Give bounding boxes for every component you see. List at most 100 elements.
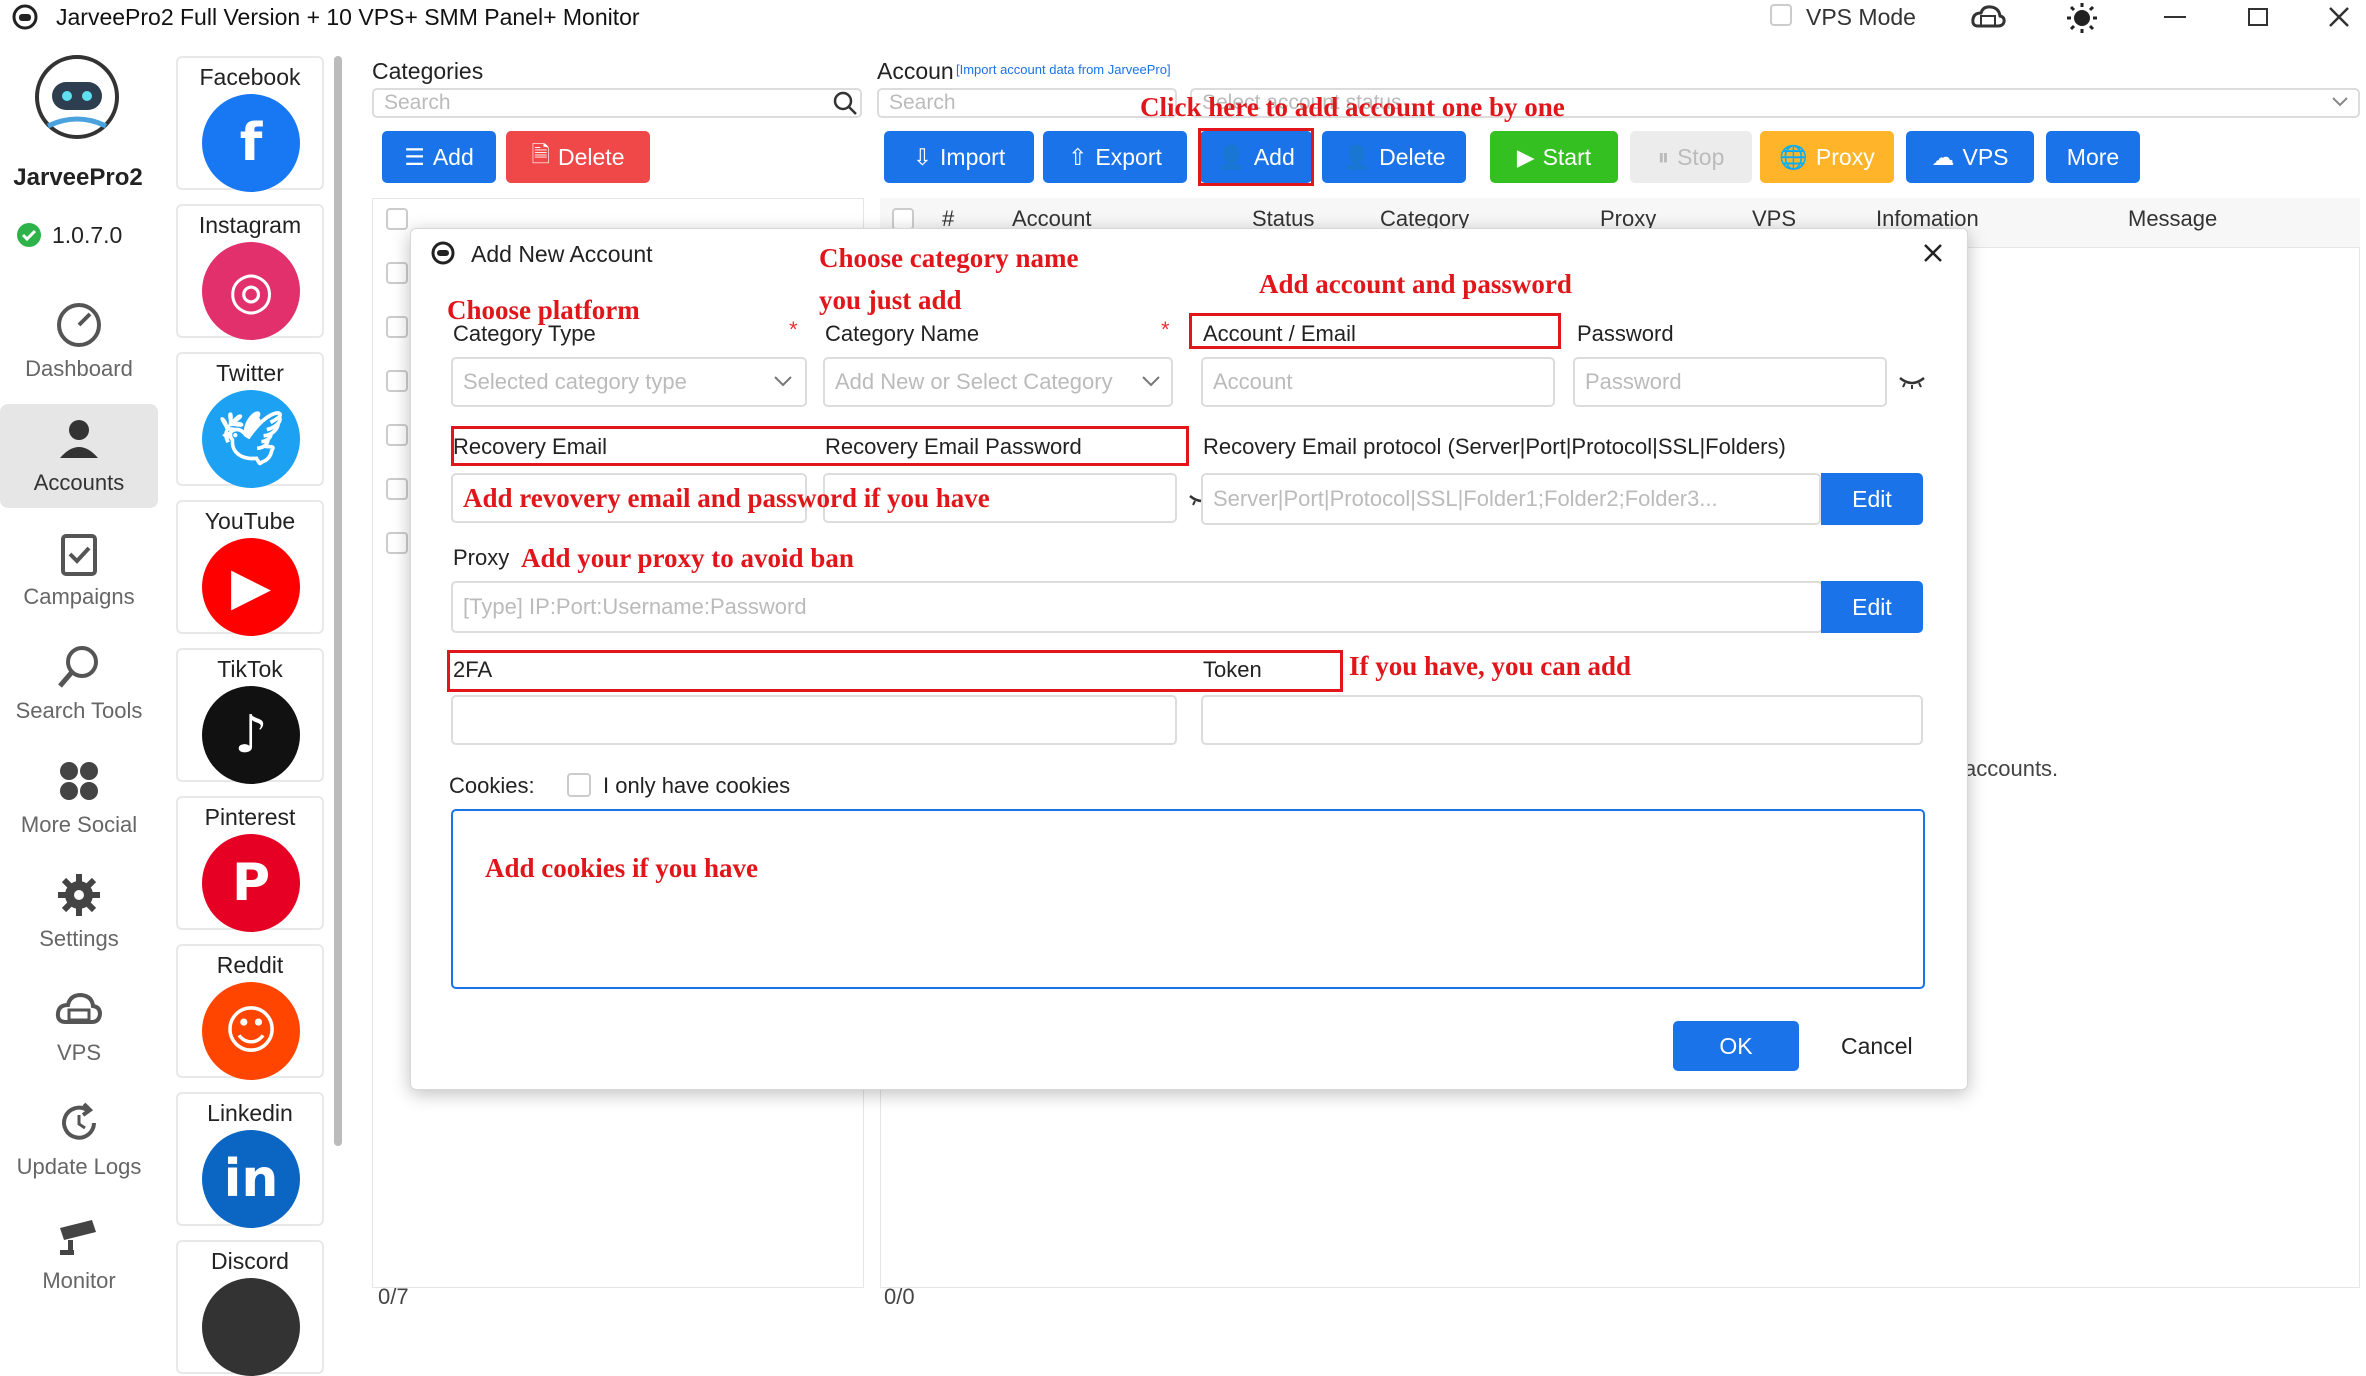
vps-cloud-icon[interactable] <box>1970 2 2006 34</box>
cookies-label: Cookies: <box>449 773 535 798</box>
social-scrollbar[interactable] <box>334 56 342 1146</box>
password-input[interactable]: Password <box>1573 357 1887 407</box>
accounts-title: Accoun <box>877 58 954 84</box>
category-row-checkbox[interactable] <box>386 478 408 500</box>
twofa-token-highlight <box>447 650 1343 692</box>
social-card-facebook[interactable]: Facebook f <box>176 56 324 192</box>
update-logs-icon <box>62 1102 96 1140</box>
category-add-button[interactable]: ☰ Add <box>382 131 496 183</box>
social-card-twitter[interactable]: Twitter 🕊 <box>176 352 324 488</box>
minimize-button[interactable] <box>2164 16 2186 18</box>
column-header-message[interactable]: Message <box>2128 206 2217 232</box>
only-cookies-checkbox[interactable] <box>567 773 591 797</box>
eye-closed-icon[interactable] <box>1897 373 1927 391</box>
brand-logo <box>35 55 119 139</box>
category-row-checkbox[interactable] <box>386 262 408 284</box>
gear-icon <box>58 874 100 916</box>
social-card-label: Pinterest <box>204 804 296 830</box>
social-card-linkedin[interactable]: Linkedin in <box>176 1092 324 1228</box>
category-row-checkbox[interactable] <box>386 424 408 446</box>
token-input[interactable] <box>1201 695 1923 745</box>
twofa-input[interactable] <box>451 695 1177 745</box>
social-card-tiktok[interactable]: TikTok ♪ <box>176 648 324 784</box>
nav-item-accounts[interactable]: Accounts <box>0 404 158 508</box>
vps-mode-checkbox[interactable] <box>1770 4 1792 26</box>
pinterest-icon: P <box>202 834 300 932</box>
export-button[interactable]: ⇧ Export <box>1043 131 1187 183</box>
nav-item-settings[interactable]: Settings <box>0 860 158 964</box>
nav-item-label: Update Logs <box>16 1154 142 1179</box>
annotation-click-add: Click here to add account one by one <box>1140 92 1565 122</box>
social-card-label: Facebook <box>199 64 301 90</box>
social-card-instagram[interactable]: Instagram ◎ <box>176 204 324 340</box>
brand-name: JarveePro2 <box>13 164 143 191</box>
proxy-input[interactable]: [Type] IP:Port:Username:Password <box>451 581 1823 633</box>
more-social-icon <box>60 762 98 800</box>
nav-item-label: VPS <box>56 1040 102 1065</box>
maximize-button[interactable] <box>2248 8 2268 26</box>
nav-item-campaigns[interactable]: Campaigns <box>0 518 158 622</box>
delete-account-button[interactable]: 👤 Delete <box>1322 131 1466 183</box>
nav-item-update-logs[interactable]: Update Logs <box>0 1088 158 1192</box>
category-row-checkbox[interactable] <box>386 370 408 392</box>
category-delete-button[interactable]: 🗎 Delete <box>506 131 650 183</box>
nav-item-dashboard[interactable]: Dashboard <box>0 290 158 394</box>
chevron-down-icon <box>774 376 792 387</box>
close-window-button[interactable] <box>2328 6 2350 28</box>
categories-search-input[interactable]: Search <box>372 88 862 118</box>
nav-item-label: Monitor <box>42 1268 116 1293</box>
more-button[interactable]: More <box>2046 131 2140 183</box>
tiktok-icon: ♪ <box>202 686 300 784</box>
ok-button[interactable]: OK <box>1673 1021 1799 1071</box>
annotation-choose-category-2: you just add <box>819 285 962 315</box>
dialog-close-button[interactable] <box>1923 243 1943 263</box>
import-button[interactable]: ⇩ Import <box>884 131 1034 183</box>
category-row-checkbox[interactable] <box>386 532 408 554</box>
nav-item-vps[interactable]: VPS <box>0 974 158 1078</box>
category-name-label: Category Name <box>825 321 980 346</box>
password-label: Password <box>1577 321 1674 346</box>
annotation-choose-category-1: Choose category name <box>819 243 1079 273</box>
play-icon: ▶ <box>1516 143 1535 170</box>
import-jarvee-link[interactable]: [Import account data from JarveePro] <box>956 62 1171 77</box>
proxy-button[interactable]: 🌐 Proxy <box>1760 131 1894 183</box>
stop-button[interactable]: ⏸ Stop <box>1630 131 1752 183</box>
cookies-textarea[interactable] <box>451 809 1925 989</box>
annotation-add-proxy: Add your proxy to avoid ban <box>521 543 854 573</box>
social-card-youtube[interactable]: YouTube ▶ <box>176 500 324 636</box>
social-card-reddit[interactable]: Reddit ☺ <box>176 944 324 1080</box>
account-input[interactable]: Account <box>1201 357 1555 407</box>
social-card-discord[interactable]: Discord <box>176 1240 324 1376</box>
nav-item-monitor[interactable]: Monitor <box>0 1202 158 1306</box>
version-label: 1.0.7.0 <box>52 222 123 248</box>
app-icon <box>12 4 38 30</box>
instagram-icon: ◎ <box>202 242 300 340</box>
social-card-label: Twitter <box>216 360 284 386</box>
nav-item-search-tools[interactable]: Search Tools <box>0 632 158 736</box>
nav-item-more-social[interactable]: More Social <box>0 746 158 850</box>
social-card-pinterest[interactable]: Pinterest P <box>176 796 324 932</box>
theme-sun-icon[interactable] <box>2066 2 2098 34</box>
category-name-select[interactable]: Add New or Select Category <box>823 357 1173 407</box>
category-row-checkbox[interactable] <box>386 316 408 338</box>
select-all-checkbox[interactable] <box>892 208 914 230</box>
accounts-search-input[interactable]: Search <box>877 88 1177 118</box>
search-icon[interactable] <box>832 90 858 116</box>
proxy-edit-button[interactable]: Edit <box>1821 581 1923 633</box>
start-button[interactable]: ▶ Start <box>1490 131 1618 183</box>
category-type-select[interactable]: Selected category type <box>451 357 807 407</box>
globe-icon: 🌐 <box>1779 143 1808 170</box>
social-card-label: Reddit <box>216 952 284 978</box>
social-card-label: YouTube <box>204 508 296 534</box>
accounts-empty-text: accounts. <box>1964 756 2059 781</box>
category-row-checkbox[interactable] <box>386 208 408 230</box>
recovery-protocol-input[interactable]: Server|Port|Protocol|SSL|Folder1;Folder2… <box>1201 473 1821 525</box>
reddit-icon: ☺ <box>202 982 300 1080</box>
cloud-icon: ☁ <box>1931 143 1955 170</box>
recovery-protocol-edit-button[interactable]: Edit <box>1821 473 1923 525</box>
vps-button[interactable]: ☁ VPS <box>1906 131 2034 183</box>
chevron-down-icon <box>1142 376 1160 387</box>
cancel-button[interactable]: Cancel <box>1841 1033 1913 1060</box>
twitter-icon: 🕊 <box>202 390 300 488</box>
main-nav: JarveePro2 1.0.7.0 Dashboard Accounts Camp… <box>0 40 160 1312</box>
